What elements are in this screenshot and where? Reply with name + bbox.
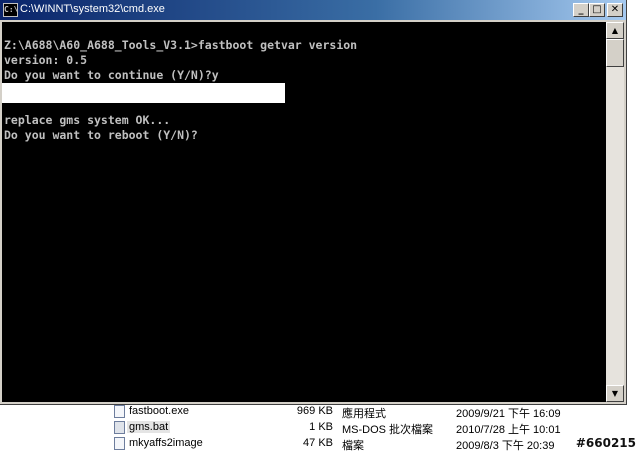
console-line-command: Z:\A688\A60_A688_Tools_V3.1>fastboot get… xyxy=(4,38,358,52)
file-size: 1 KB xyxy=(309,421,333,433)
file-date: 2009/8/3 下午 20:39 xyxy=(456,440,555,452)
file-type: 檔案 xyxy=(342,440,364,452)
file-name: gms.bat xyxy=(127,421,171,433)
file-row-mkyaffs2image[interactable]: mkyaffs2image 47 KB 檔案 2009/8/3 下午 20:39 xyxy=(0,437,640,452)
watermark-id: #660215 xyxy=(575,436,636,450)
file-type: MS-DOS 批次檔案 xyxy=(342,424,434,436)
title-bar[interactable]: C:\ C:\WINNT\system32\cmd.exe _ □ ✕ xyxy=(0,0,626,20)
file-date: 2009/9/21 下午 16:09 xyxy=(456,408,561,420)
scroll-thumb[interactable] xyxy=(606,39,624,67)
minimize-button[interactable]: _ xyxy=(573,3,589,17)
file-date: 2010/7/28 上午 10:01 xyxy=(456,424,561,436)
file-row-gms-bat[interactable]: gms.bat 1 KB MS-DOS 批次檔案 2010/7/28 上午 10… xyxy=(0,421,640,436)
file-size: 969 KB xyxy=(296,405,333,417)
vertical-scrollbar[interactable]: ▲ ▼ xyxy=(606,22,624,402)
console-output[interactable]: Z:\A688\A60_A688_Tools_V3.1>fastboot get… xyxy=(2,22,606,402)
scroll-down-button[interactable]: ▼ xyxy=(606,385,624,402)
redaction-bar xyxy=(2,83,285,103)
console-line-continue-prompt: Do you want to continue (Y/N)?y xyxy=(4,68,219,82)
window-title: C:\WINNT\system32\cmd.exe xyxy=(20,3,165,15)
file-size: 47 KB xyxy=(303,437,333,449)
file-name: mkyaffs2image xyxy=(129,437,203,449)
batch-file-icon xyxy=(114,421,125,434)
close-button[interactable]: ✕ xyxy=(607,3,623,17)
scroll-up-button[interactable]: ▲ xyxy=(606,22,624,39)
console-line-version: version: 0.5 xyxy=(4,53,88,67)
cmd-app-icon[interactable]: C:\ xyxy=(3,3,18,17)
file-name: fastboot.exe xyxy=(129,405,189,417)
file-row-fastboot[interactable]: fastboot.exe 969 KB 應用程式 2009/9/21 下午 16… xyxy=(0,405,640,420)
console-line-status: replace gms system OK... xyxy=(4,113,171,127)
maximize-button[interactable]: □ xyxy=(589,3,605,17)
console-line-reboot-prompt: Do you want to reboot (Y/N)? xyxy=(4,128,198,142)
cmd-window: C:\ C:\WINNT\system32\cmd.exe _ □ ✕ Z:\A… xyxy=(0,0,627,405)
exe-file-icon xyxy=(114,405,125,418)
file-type: 應用程式 xyxy=(342,408,386,420)
generic-file-icon xyxy=(114,437,125,450)
